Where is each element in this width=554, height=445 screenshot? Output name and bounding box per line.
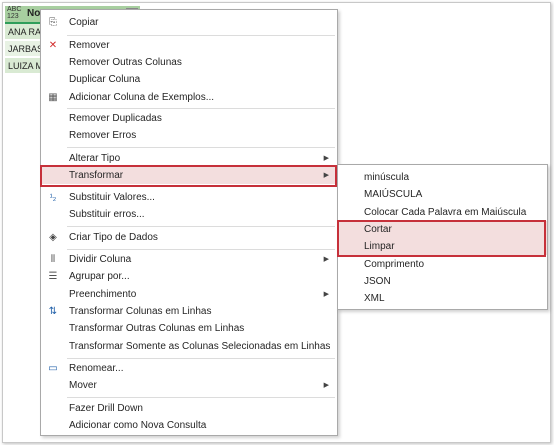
menu-item-label: Remover Outras Colunas bbox=[69, 57, 182, 68]
menu-item-transformar-colunas-linhas[interactable]: ⇅ Transformar Colunas em Linhas bbox=[41, 303, 337, 320]
data-type-icon: ◈ bbox=[49, 232, 57, 243]
menu-item-remover-duplicadas[interactable]: Remover Duplicadas bbox=[41, 110, 337, 127]
menu-item-substituir-erros[interactable]: Substituir erros... bbox=[41, 206, 337, 223]
submenu-arrow-icon: ▶ bbox=[323, 256, 329, 263]
menu-item-renomear[interactable]: ▭ Renomear... bbox=[41, 360, 337, 377]
menu-item-label: Remover bbox=[69, 40, 110, 51]
menu-item-label: Copiar bbox=[69, 17, 99, 28]
cortar-limpar-highlight-box bbox=[337, 220, 546, 257]
submenu-item-xml[interactable]: XML bbox=[338, 290, 547, 307]
menu-separator bbox=[67, 358, 335, 359]
menu-item-label: Adicionar como Nova Consulta bbox=[69, 420, 207, 431]
menu-item-label: Adicionar Coluna de Exemplos... bbox=[69, 92, 215, 103]
menu-item-preenchimento[interactable]: Preenchimento ▶ bbox=[41, 286, 337, 303]
submenu-arrow-icon: ▶ bbox=[323, 155, 329, 162]
submenu-item-label: Colocar Cada Palavra em Maiúscula bbox=[364, 207, 527, 218]
menu-item-duplicar-coluna[interactable]: Duplicar Coluna bbox=[41, 71, 337, 88]
menu-item-adicionar-nova-consulta[interactable]: Adicionar como Nova Consulta bbox=[41, 417, 337, 434]
menu-item-dividir-coluna[interactable]: ⫴ Dividir Coluna ▶ bbox=[41, 251, 337, 268]
transformar-highlight-box bbox=[40, 165, 337, 187]
menu-item-label: Remover Erros bbox=[69, 130, 137, 141]
menu-item-label: Substituir Valores... bbox=[69, 192, 155, 203]
menu-separator bbox=[67, 226, 335, 227]
menu-item-criar-tipo-dados[interactable]: ◈ Criar Tipo de Dados bbox=[41, 229, 337, 246]
menu-item-label: Renomear... bbox=[69, 363, 124, 374]
unpivot-icon: ⇅ bbox=[48, 306, 58, 317]
menu-item-transformar-outras-colunas[interactable]: Transformar Outras Colunas em Linhas bbox=[41, 320, 337, 337]
menu-item-label: Fazer Drill Down bbox=[69, 403, 143, 414]
submenu-item-label: MAIÚSCULA bbox=[364, 189, 423, 200]
menu-item-label: Criar Tipo de Dados bbox=[69, 232, 158, 243]
replace-values-icon: ¹₂ bbox=[49, 192, 57, 202]
menu-separator bbox=[67, 147, 335, 148]
copy-icon: ⎘ bbox=[49, 17, 57, 28]
menu-item-remover[interactable]: ✕ Remover bbox=[41, 37, 337, 54]
submenu-item-json[interactable]: JSON bbox=[338, 273, 547, 290]
menu-item-remover-outras-colunas[interactable]: Remover Outras Colunas bbox=[41, 54, 337, 71]
submenu-item-label: Comprimento bbox=[364, 259, 425, 270]
menu-item-copiar[interactable]: ⎘ Copiar bbox=[41, 14, 337, 31]
column-from-examples-icon: ▦ bbox=[48, 92, 58, 103]
submenu-arrow-icon: ▶ bbox=[323, 291, 329, 298]
menu-item-fazer-drill-down[interactable]: Fazer Drill Down bbox=[41, 400, 337, 417]
rename-icon: ▭ bbox=[48, 363, 58, 374]
submenu-item-label: XML bbox=[364, 293, 385, 304]
menu-separator bbox=[67, 35, 335, 36]
menu-separator bbox=[67, 249, 335, 250]
menu-item-label: Transformar Outras Colunas em Linhas bbox=[69, 323, 245, 334]
submenu-item-label: JSON bbox=[364, 276, 391, 287]
text-type-icon[interactable]: ABC 123 bbox=[7, 6, 21, 20]
menu-item-mover[interactable]: Mover ▶ bbox=[41, 377, 337, 394]
remove-icon: ✕ bbox=[48, 40, 58, 51]
submenu-item-maiuscula[interactable]: MAIÚSCULA bbox=[338, 186, 547, 203]
menu-item-label: Duplicar Coluna bbox=[69, 74, 141, 85]
menu-item-label: Mover bbox=[69, 380, 97, 391]
submenu-item-label: minúscula bbox=[364, 172, 410, 183]
menu-item-label: Remover Duplicadas bbox=[69, 113, 162, 124]
menu-item-label: Transformar Colunas em Linhas bbox=[69, 306, 212, 317]
menu-item-adicionar-coluna-exemplos[interactable]: ▦ Adicionar Coluna de Exemplos... bbox=[41, 89, 337, 106]
submenu-item-comprimento[interactable]: Comprimento bbox=[338, 256, 547, 273]
menu-item-label: Dividir Coluna bbox=[69, 254, 132, 265]
submenu-item-minuscula[interactable]: minúscula bbox=[338, 169, 547, 186]
menu-item-label: Preenchimento bbox=[69, 289, 137, 300]
menu-item-substituir-valores[interactable]: ¹₂ Substituir Valores... bbox=[41, 189, 337, 206]
menu-item-transformar-selecionadas[interactable]: Transformar Somente as Colunas Seleciona… bbox=[41, 338, 337, 355]
menu-item-remover-erros[interactable]: Remover Erros bbox=[41, 127, 337, 144]
column-context-menu: ⎘ Copiar ✕ Remover Remover Outras Coluna… bbox=[40, 9, 338, 436]
menu-separator bbox=[67, 108, 335, 109]
split-column-icon: ⫴ bbox=[50, 254, 56, 265]
menu-separator bbox=[67, 397, 335, 398]
menu-item-label: Agrupar por... bbox=[69, 271, 130, 282]
menu-item-label: Transformar Somente as Colunas Seleciona… bbox=[69, 341, 331, 352]
submenu-item-colocar-cada-palavra[interactable]: Colocar Cada Palavra em Maiúscula bbox=[338, 204, 547, 221]
menu-item-label: Substituir erros... bbox=[69, 209, 145, 220]
menu-item-label: Alterar Tipo bbox=[69, 153, 121, 164]
submenu-arrow-icon: ▶ bbox=[323, 382, 329, 389]
menu-item-agrupar-por[interactable]: ☰ Agrupar por... bbox=[41, 268, 337, 285]
group-by-icon: ☰ bbox=[48, 271, 58, 282]
